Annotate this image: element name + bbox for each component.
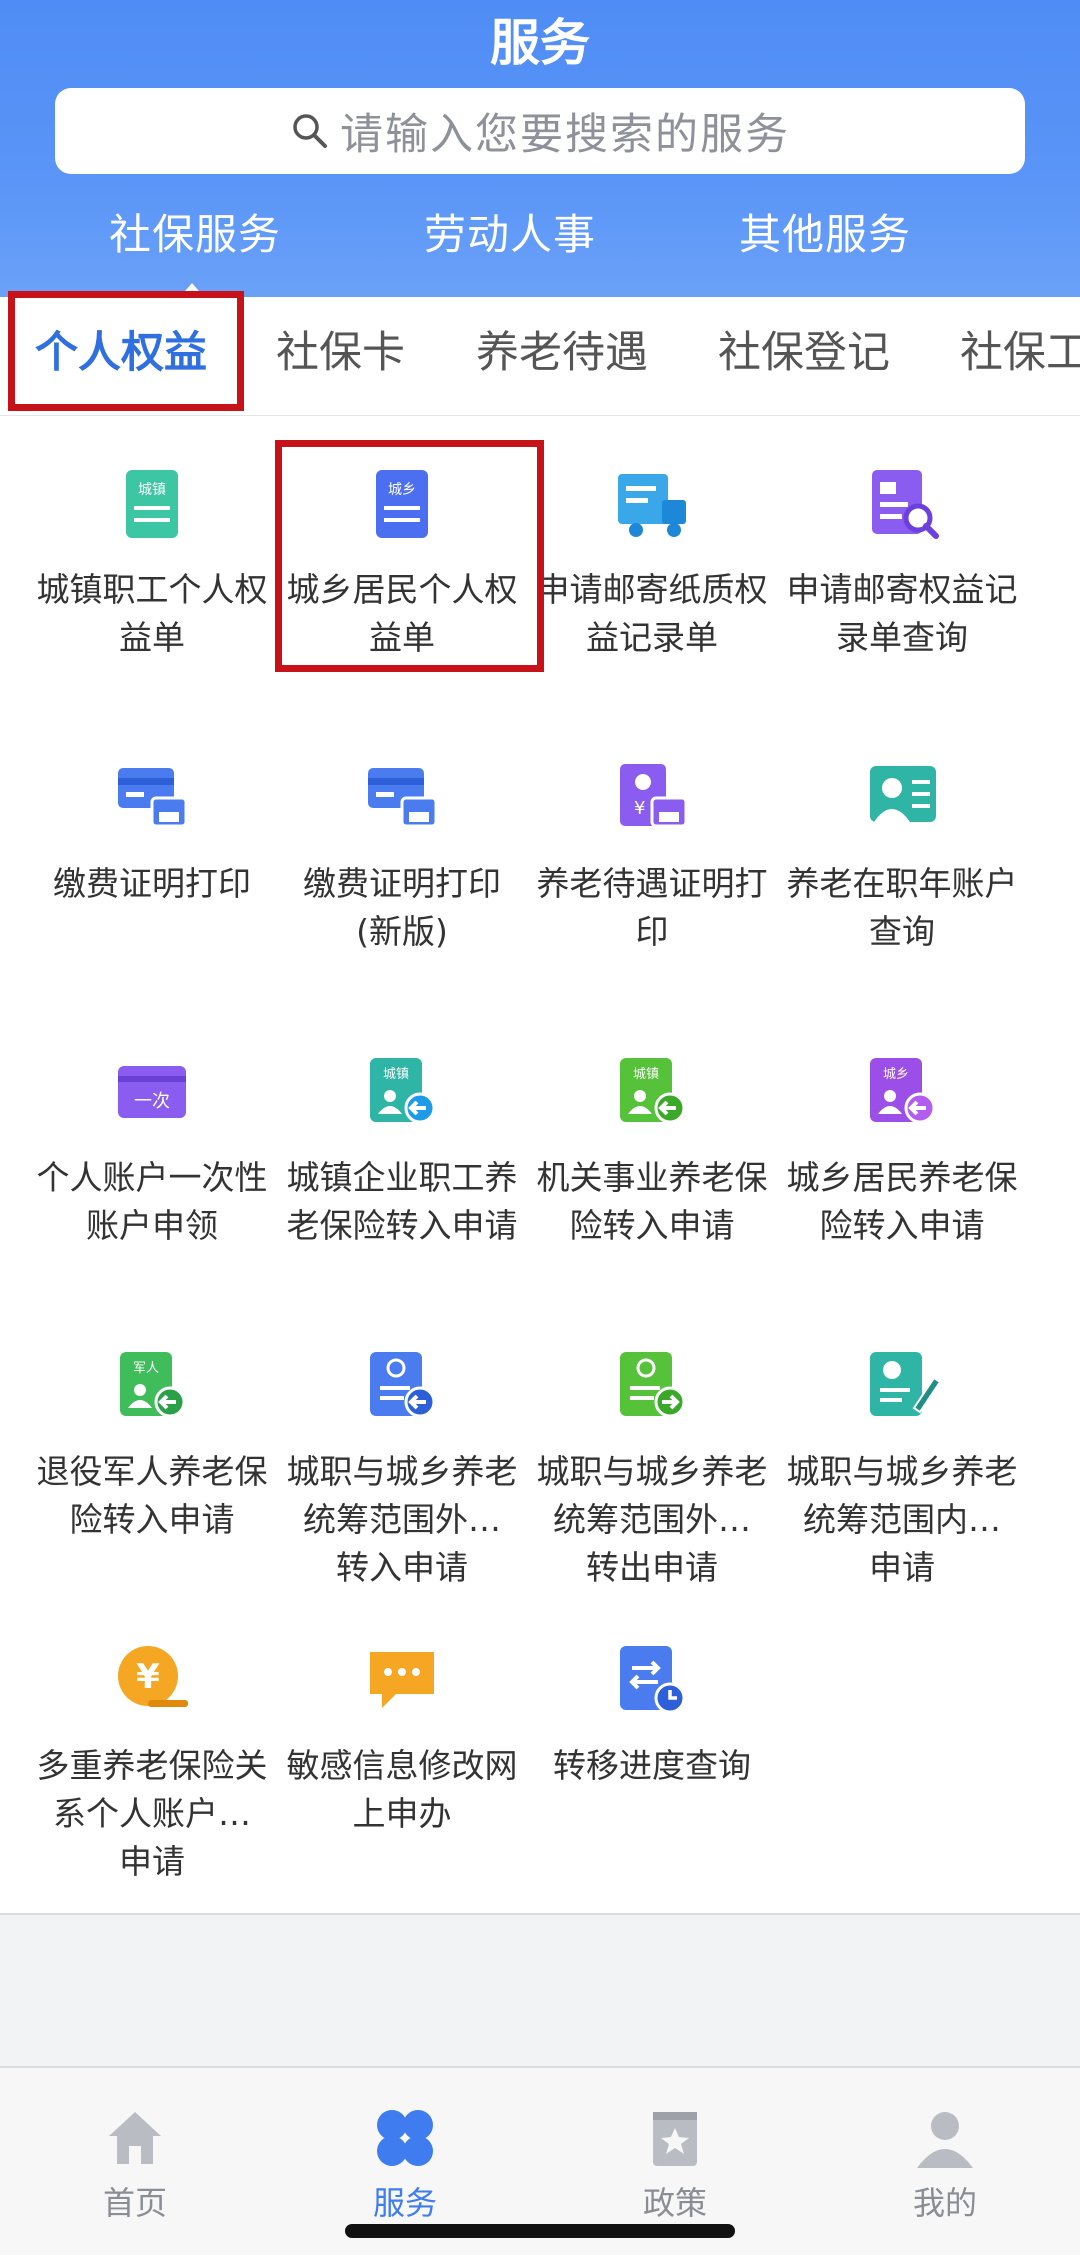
svg-text:军人: 军人 [133, 1361, 159, 1376]
highlight-box-service [275, 440, 544, 672]
account-query-icon [870, 766, 936, 822]
svg-text:¥: ¥ [136, 1657, 160, 1697]
service-item[interactable]: 城镇 城镇职工个人权 益单 [27, 416, 277, 706]
service-label: 城乡居民养老保 险转入申请 [786, 1158, 1018, 1245]
subtab-social-card[interactable]: 社保卡 [276, 297, 405, 415]
search-input[interactable]: 请输入您要搜索的服务 [55, 88, 1025, 174]
service-label: 申请邮寄权益记 录单查询 [786, 570, 1018, 657]
service-item[interactable]: ¥ 养老待遇证明打印 [527, 710, 777, 1000]
top-tabs: 社保服务 劳动人事 其他服务 [0, 200, 1080, 270]
home-indicator [345, 2224, 735, 2238]
doc-search-icon [872, 470, 939, 539]
nav-label: 我的 [912, 2184, 977, 2222]
nav-mine[interactable]: 我的 [810, 2068, 1080, 2255]
subtab-social-registration[interactable]: 社保登记 [718, 297, 890, 415]
service-item[interactable]: 缴费证明打印 (新版) [277, 710, 527, 1000]
service-item[interactable]: 城职与城乡养老 统筹范围外… 转入申请 [277, 1298, 527, 1588]
service-item[interactable]: 城乡 城乡居民养老保 险转入申请 [777, 1004, 1027, 1294]
tab-other-services[interactable]: 其他服务 [720, 200, 930, 270]
veteran-transfer-in-icon: 军人 [120, 1352, 186, 1418]
service-item[interactable]: 城职与城乡养老 统筹范围外… 转出申请 [527, 1298, 777, 1588]
service-item[interactable]: 申请邮寄纸质权 益记录单 [527, 416, 777, 706]
yuan-coin-icon: ¥ [118, 1646, 188, 1707]
clover-icon [377, 2110, 433, 2166]
svg-text:城乡: 城乡 [883, 1067, 909, 1082]
header: 服务 请输入您要搜索的服务 社保服务 劳动人事 其他服务 [0, 0, 1080, 297]
svg-text:城镇: 城镇 [383, 1067, 409, 1082]
tab-labor-personnel[interactable]: 劳动人事 [405, 200, 615, 270]
inner-apply-icon [870, 1352, 942, 1416]
nav-label: 政策 [642, 2184, 707, 2222]
service-label: 个人账户一次性 账户申领 [36, 1158, 268, 1245]
service-item[interactable]: 军人 退役军人养老保 险转入申请 [27, 1298, 277, 1588]
payment-print-icon [118, 768, 188, 828]
town-doc-icon: 城镇 [126, 470, 178, 538]
service-label: 机关事业养老保 险转入申请 [536, 1158, 768, 1245]
subtab-social-work[interactable]: 社保工 [960, 297, 1080, 415]
svg-text:城镇: 城镇 [138, 482, 166, 498]
service-label: 转移进度查询 [553, 1746, 751, 1785]
tab-social-security-services[interactable]: 社保服务 [90, 200, 300, 270]
service-label: 城职与城乡养老 统筹范围外… 转入申请 [286, 1452, 518, 1587]
service-label: 多重养老保险关 系个人账户… 申请 [36, 1746, 268, 1881]
service-label: 养老在职年账户 查询 [786, 864, 1018, 951]
service-label: 缴费证明打印 [53, 864, 251, 903]
service-label: 缴费证明打印 (新版) [303, 864, 501, 951]
pension-print-icon: ¥ [620, 764, 688, 828]
service-label: 城职与城乡养老 统筹范围外… 转出申请 [536, 1452, 768, 1587]
svg-text:一次: 一次 [134, 1091, 170, 1112]
town-transfer-in-icon: 城镇 [370, 1058, 436, 1124]
service-item[interactable]: 城职与城乡养老 统筹范围内… 申请 [777, 1298, 1027, 1588]
nav-label: 服务 [372, 2184, 437, 2222]
svg-text:¥: ¥ [634, 798, 645, 819]
star-doc-icon [653, 2112, 697, 2166]
page-title: 服务 [490, 14, 590, 72]
rural-transfer-in-icon: 城乡 [870, 1058, 936, 1124]
service-label: 申请邮寄纸质权 益记录单 [536, 570, 768, 657]
search-icon [293, 114, 327, 148]
service-label: 养老待遇证明打印 [536, 864, 768, 951]
cross-transfer-in-icon [370, 1352, 436, 1418]
service-item[interactable]: 缴费证明打印 [27, 710, 277, 1000]
highlight-box-subtab [8, 291, 244, 411]
service-item[interactable]: 敏感信息修改网 上申办 [277, 1592, 527, 1882]
nav-home[interactable]: 首页 [0, 2068, 270, 2255]
service-label: 敏感信息修改网 上申办 [286, 1746, 518, 1833]
chat-edit-icon [370, 1652, 434, 1708]
service-item[interactable]: 养老在职年账户 查询 [777, 710, 1027, 1000]
service-item[interactable]: 一次 个人账户一次性 账户申领 [27, 1004, 277, 1294]
service-item[interactable]: ¥ 多重养老保险关 系个人账户… 申请 [27, 1592, 277, 1882]
service-item[interactable]: 转移进度查询 [527, 1592, 777, 1882]
subtab-pension-benefits[interactable]: 养老待遇 [476, 297, 648, 415]
service-item[interactable]: 申请邮寄权益记 录单查询 [777, 416, 1027, 706]
home-icon [109, 2112, 161, 2164]
service-label: 城镇职工个人权 益单 [36, 570, 268, 657]
one-time-card-icon: 一次 [118, 1066, 186, 1118]
user-icon [917, 2112, 973, 2168]
service-item[interactable]: 城镇 机关事业养老保 险转入申请 [527, 1004, 777, 1294]
service-label: 城镇企业职工养 老保险转入申请 [286, 1158, 518, 1245]
progress-query-icon [620, 1646, 686, 1714]
search-placeholder: 请输入您要搜索的服务 [340, 110, 790, 160]
cross-transfer-out-icon [620, 1352, 686, 1418]
nav-label: 首页 [102, 2184, 167, 2222]
svg-text:城镇: 城镇 [633, 1067, 659, 1082]
payment-print-new-icon [368, 768, 438, 828]
service-label: 城职与城乡养老 统筹范围内… 申请 [786, 1452, 1018, 1587]
service-label: 退役军人养老保 险转入申请 [36, 1452, 268, 1539]
gov-transfer-in-icon: 城镇 [620, 1058, 686, 1124]
service-item[interactable]: 城镇 城镇企业职工养 老保险转入申请 [277, 1004, 527, 1294]
mail-truck-icon [618, 474, 686, 537]
